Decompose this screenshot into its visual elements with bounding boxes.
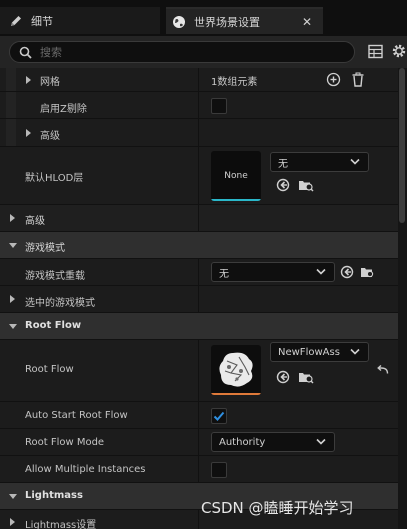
globe-icon bbox=[173, 15, 185, 28]
scrollbar-thumb[interactable] bbox=[399, 68, 405, 223]
browse-asset-icon[interactable] bbox=[298, 178, 314, 192]
row-root-flow-category[interactable]: Root Flow bbox=[0, 313, 398, 340]
grid-value: 1数组元素 bbox=[211, 77, 258, 88]
add-element-icon[interactable] bbox=[326, 72, 341, 87]
close-icon[interactable]: ✕ bbox=[302, 15, 312, 29]
table-view-icon[interactable] bbox=[368, 44, 383, 59]
hlod-thumbnail-text: None bbox=[224, 171, 248, 181]
row-advanced-sub: 高级 bbox=[0, 119, 398, 147]
lightmass-settings-label: Lightmass设置 bbox=[25, 520, 97, 529]
advanced-sub-label: 高级 bbox=[40, 131, 60, 142]
chevron-down-icon bbox=[316, 268, 326, 275]
root-flow-label: Root Flow bbox=[25, 364, 74, 375]
row-grid: 网格 1数组元素 bbox=[0, 68, 398, 92]
row-allow-multiple: Allow Multiple Instances bbox=[0, 456, 398, 483]
auto-start-checkbox[interactable] bbox=[211, 408, 227, 424]
collapse-arrow-icon[interactable] bbox=[9, 324, 17, 329]
tab-bar: 细节 世界场景设置 ✕ bbox=[0, 0, 407, 36]
hlod-asset-thumbnail[interactable]: None bbox=[211, 151, 261, 201]
root-flow-value: NewFlowAss bbox=[278, 346, 340, 358]
game-mode-override-dropdown[interactable]: 无 bbox=[211, 262, 335, 282]
row-auto-start: Auto Start Root Flow bbox=[0, 402, 398, 429]
row-game-mode-category[interactable]: 游戏模式 bbox=[0, 232, 398, 259]
use-selected-asset-icon[interactable] bbox=[276, 370, 290, 384]
expand-arrow-icon[interactable] bbox=[26, 129, 31, 137]
watermark: CSDN @瞌睡开始学习 bbox=[201, 499, 354, 517]
lightmass-category-label: Lightmass bbox=[25, 490, 83, 501]
auto-start-label: Auto Start Root Flow bbox=[25, 410, 128, 421]
game-mode-override-label: 游戏模式重载 bbox=[25, 271, 85, 282]
expand-arrow-icon[interactable] bbox=[26, 76, 31, 84]
tab-world-settings-label: 世界场景设置 bbox=[194, 15, 260, 29]
expand-arrow-icon[interactable] bbox=[10, 295, 15, 303]
trash-icon[interactable] bbox=[351, 72, 365, 87]
row-root-flow-mode: Root Flow Mode Authority bbox=[0, 429, 398, 456]
vertical-scrollbar[interactable] bbox=[398, 68, 407, 529]
row-game-mode-override: 游戏模式重载 无 bbox=[0, 259, 398, 286]
tab-details-label: 细节 bbox=[31, 14, 53, 28]
root-flow-mode-value: Authority bbox=[219, 436, 266, 448]
browse-class-icon[interactable] bbox=[360, 265, 374, 279]
gear-icon[interactable] bbox=[391, 43, 407, 59]
chevron-down-icon bbox=[350, 158, 360, 165]
search-row bbox=[0, 36, 407, 68]
allow-multiple-checkbox[interactable] bbox=[211, 462, 227, 478]
chevron-down-icon bbox=[350, 348, 360, 355]
collapse-arrow-icon[interactable] bbox=[9, 494, 17, 499]
use-selected-class-icon[interactable] bbox=[340, 265, 354, 279]
search-icon bbox=[19, 46, 32, 59]
search-input[interactable] bbox=[40, 45, 330, 59]
row-enable-z-cull: 启用Z剔除 bbox=[0, 92, 398, 119]
chevron-down-icon bbox=[316, 438, 326, 445]
tab-world-settings[interactable]: 世界场景设置 ✕ bbox=[166, 7, 323, 34]
expand-arrow-icon[interactable] bbox=[10, 518, 15, 526]
expand-arrow-icon[interactable] bbox=[10, 214, 15, 222]
selected-game-mode-label: 选中的游戏模式 bbox=[25, 298, 95, 309]
row-advanced[interactable]: 高级 bbox=[0, 205, 398, 232]
root-flow-category-label: Root Flow bbox=[25, 320, 82, 331]
hlod-layer-value: 无 bbox=[278, 158, 288, 170]
game-mode-category-label: 游戏模式 bbox=[25, 243, 65, 254]
allow-multiple-label: Allow Multiple Instances bbox=[25, 464, 146, 475]
tab-details[interactable]: 细节 bbox=[0, 7, 160, 34]
search-box[interactable] bbox=[9, 41, 355, 63]
hlod-layer-dropdown[interactable]: 无 bbox=[270, 152, 369, 172]
enable-z-cull-label: 启用Z剔除 bbox=[40, 104, 87, 115]
default-hlod-label: 默认HLOD层 bbox=[25, 173, 84, 184]
enable-z-cull-checkbox[interactable] bbox=[211, 98, 227, 114]
row-default-hlod: 默认HLOD层 None 无 bbox=[0, 147, 398, 205]
game-mode-override-value: 无 bbox=[219, 268, 229, 280]
use-selected-asset-icon[interactable] bbox=[276, 178, 290, 192]
browse-asset-icon[interactable] bbox=[298, 370, 314, 384]
checkmark-icon bbox=[213, 411, 225, 421]
root-flow-asset-thumbnail[interactable] bbox=[211, 345, 261, 395]
reset-to-default-icon[interactable] bbox=[377, 365, 389, 375]
collapse-arrow-icon[interactable] bbox=[9, 243, 17, 248]
row-selected-game-mode: 选中的游戏模式 bbox=[0, 286, 398, 313]
flow-graph-icon bbox=[219, 352, 253, 387]
details-panel: 网格 1数组元素 启用Z剔除 高级 默认HLOD层 None 无 高级 游戏模式… bbox=[0, 68, 398, 529]
row-root-flow: Root Flow NewFlowAss bbox=[0, 340, 398, 402]
root-flow-mode-label: Root Flow Mode bbox=[25, 437, 105, 448]
advanced-label: 高级 bbox=[25, 216, 45, 227]
grid-label: 网格 bbox=[40, 77, 60, 88]
pencil-icon bbox=[11, 15, 21, 26]
root-flow-dropdown[interactable]: NewFlowAss bbox=[270, 342, 369, 362]
root-flow-mode-dropdown[interactable]: Authority bbox=[211, 432, 335, 452]
